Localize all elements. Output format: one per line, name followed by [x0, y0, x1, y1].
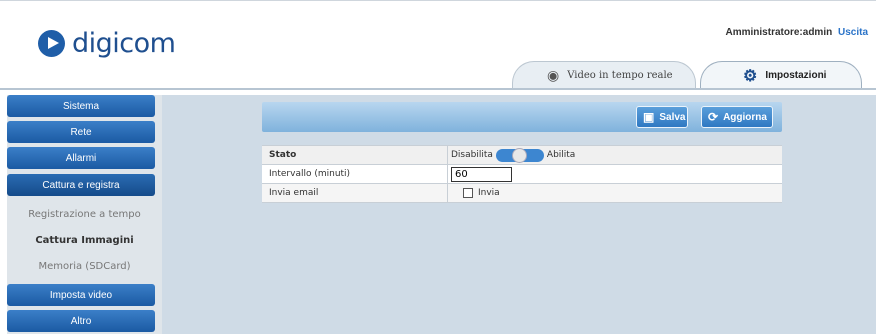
sidebar-item-label: Allarmi: [65, 152, 97, 164]
status-toggle[interactable]: [495, 147, 544, 163]
tab-live-video-label: Video in tempo reale: [567, 70, 673, 81]
sidebar-subitem-registrazione[interactable]: Registrazione a tempo: [7, 203, 162, 225]
email-checkbox[interactable]: [463, 188, 473, 198]
interval-input[interactable]: [451, 166, 512, 182]
sidebar-item-rete[interactable]: Rete: [7, 121, 155, 143]
brand-name: digicom: [72, 28, 176, 59]
tab-underline: [0, 88, 876, 90]
status-off-label: Disabilita: [451, 150, 493, 160]
refresh-icon: ⟳: [708, 110, 719, 124]
sidebar-subitem-cattura-immagini[interactable]: Cattura Immagini: [7, 229, 162, 251]
tab-settings[interactable]: ⚙ Impostazioni: [700, 61, 862, 89]
sidebar-item-imposta-video[interactable]: Imposta video: [7, 284, 155, 306]
top-border: [0, 0, 876, 8]
user-info: Amministratore:admin Uscita: [726, 27, 868, 38]
toolbar: ▣ Salva ⟳ Aggiorna: [262, 102, 782, 132]
sidebar-item-sistema[interactable]: Sistema: [7, 95, 155, 117]
tab-settings-label: Impostazioni: [765, 70, 827, 81]
sidebar-item-label: Sistema: [62, 100, 100, 112]
save-button[interactable]: ▣ Salva: [636, 106, 688, 128]
sidebar-subitem-memoria[interactable]: Memoria (SDCard): [7, 255, 162, 277]
sidebar-item-label: Cattura e registra: [42, 179, 120, 191]
interval-label: Intervallo (minuti): [262, 165, 448, 183]
form-row-status: Stato Disabilita Abilita: [262, 146, 782, 165]
brand-logo: digicom: [38, 28, 176, 59]
form-row-interval: Intervallo (minuti): [262, 165, 782, 184]
webcam-icon: ◉: [547, 67, 560, 84]
refresh-button-label: Aggiorna: [723, 111, 767, 123]
status-label: Stato: [262, 146, 448, 164]
settings-form: Stato Disabilita Abilita Intervallo (min…: [262, 145, 782, 203]
gears-icon: ⚙: [743, 67, 758, 85]
refresh-button[interactable]: ⟳ Aggiorna: [701, 106, 773, 128]
sidebar-subitem-label: Registrazione a tempo: [28, 208, 141, 220]
sidebar-subitem-label: Memoria (SDCard): [38, 260, 131, 272]
sidebar: Sistema Rete Allarmi Cattura e registra …: [7, 95, 162, 334]
sidebar-item-label: Altro: [70, 315, 92, 327]
sidebar-subitem-label: Cattura Immagini: [35, 234, 134, 246]
sidebar-item-label: Imposta video: [49, 289, 113, 301]
tab-live-video[interactable]: ◉ Video in tempo reale: [512, 61, 696, 89]
save-button-label: Salva: [659, 111, 686, 123]
logo-arrow-icon: [38, 30, 65, 57]
sidebar-item-label: Rete: [70, 126, 92, 138]
sidebar-item-altro[interactable]: Altro: [7, 310, 155, 332]
sidebar-item-allarmi[interactable]: Allarmi: [7, 147, 155, 169]
email-checkbox-label: Invia: [478, 188, 500, 198]
sidebar-item-cattura-registra[interactable]: Cattura e registra: [7, 174, 155, 196]
user-label: Amministratore:admin: [725, 27, 833, 38]
email-label: Invia email: [262, 184, 448, 202]
floppy-icon: ▣: [643, 110, 655, 124]
status-on-label: Abilita: [546, 150, 576, 160]
toggle-knob: [511, 147, 527, 163]
form-row-email: Invia email Invia: [262, 184, 782, 203]
logout-link[interactable]: Uscita: [838, 27, 868, 38]
